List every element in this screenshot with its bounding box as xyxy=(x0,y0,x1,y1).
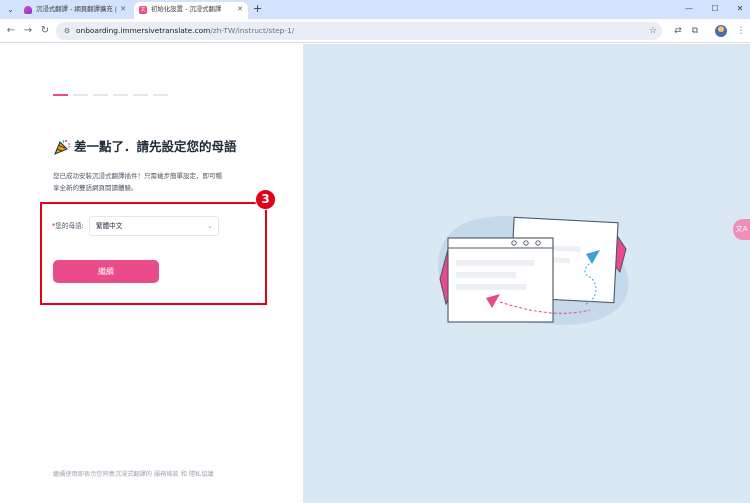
onboarding-form-pane: 差一點了．請先設定您的母語 您已成功安裝沉浸式翻譯插件！只需幾步簡單設定，即可暢… xyxy=(0,44,303,503)
back-arrow-icon[interactable]: ← xyxy=(4,24,18,38)
intro-text: 您已成功安裝沉浸式翻譯插件！只需幾步簡單設定，即可暢 享全新的雙語網頁閱讀體驗。 xyxy=(53,170,263,194)
tab-immersive-translate-home[interactable]: 沉浸式翻譯 - 網頁翻譯擴充 | 雙 ✕ xyxy=(19,2,131,19)
intro-line: 您已成功安裝沉浸式翻譯插件！只需幾步簡單設定，即可暢 xyxy=(53,172,222,180)
tab-title: 沉浸式翻譯 - 網頁翻譯擴充 | 雙 xyxy=(36,5,118,13)
terms-notice-and: 和 xyxy=(180,471,187,478)
progress-step xyxy=(153,94,168,96)
progress-step xyxy=(93,94,108,96)
terms-notice: 繼續使用即表示您同意沉浸式翻譯的 服務條款 和 隱私協議 xyxy=(53,470,214,480)
browser-tab-bar: ⌄ 沉浸式翻譯 - 網頁翻譯擴充 | 雙 ✕ 文 初始化設置 - 沉浸式翻譯 ✕… xyxy=(0,0,750,19)
extensions-puzzle-icon[interactable]: ⧉ xyxy=(688,24,702,38)
url-host: onboarding.immersivetranslate.com xyxy=(76,26,211,35)
browser-toolbar: ← → ↻ ⚙ onboarding.immersivetranslate.co… xyxy=(0,19,750,43)
annotation-step-badge: 3 xyxy=(255,189,276,210)
intro-line: 享全新的雙語網頁閱讀體驗。 xyxy=(53,184,138,192)
new-tab-plus-icon[interactable]: + xyxy=(253,3,262,15)
native-language-label-text: 您的母語: xyxy=(55,222,84,230)
tab-title: 初始化設置 - 沉浸式翻譯 xyxy=(151,5,222,13)
party-popper-icon xyxy=(54,139,71,155)
forward-arrow-icon[interactable]: → xyxy=(21,24,35,38)
progress-step xyxy=(53,94,68,96)
progress-step xyxy=(113,94,128,96)
native-language-select[interactable]: 繁體中文 ⌄ xyxy=(89,216,219,236)
tab-onboarding-setup[interactable]: 文 初始化設置 - 沉浸式翻譯 ✕ xyxy=(134,2,248,19)
close-icon[interactable]: ✕ xyxy=(237,2,243,17)
bookmark-star-icon[interactable]: ☆ xyxy=(649,24,657,38)
profile-avatar[interactable] xyxy=(715,25,727,37)
url-text: onboarding.immersivetranslate.com/zh-TW/… xyxy=(76,25,294,37)
close-icon[interactable]: ✕ xyxy=(120,2,126,17)
chevron-down-icon: ⌄ xyxy=(207,222,213,230)
immersive-translate-favicon-icon xyxy=(24,6,32,14)
privacy-policy-link[interactable]: 隱私協議 xyxy=(189,471,214,478)
maximize-icon[interactable]: ☐ xyxy=(709,3,721,15)
tab-search-icon[interactable]: ⌄ xyxy=(4,3,17,16)
illustration-pane: 文A xyxy=(303,44,750,503)
more-menu-icon[interactable]: ⋮ xyxy=(734,24,748,38)
terms-of-service-link[interactable]: 服務條款 xyxy=(154,471,179,478)
translate-extension-icon[interactable]: ⇄ xyxy=(671,24,685,38)
minimize-icon[interactable]: — xyxy=(683,3,695,15)
site-info-icon[interactable]: ⚙ xyxy=(62,26,72,36)
terms-notice-prefix: 繼續使用即表示您同意沉浸式翻譯的 xyxy=(53,471,152,478)
window-close-icon[interactable]: ✕ xyxy=(734,3,746,15)
native-language-label: *您的母語: xyxy=(52,221,84,231)
address-bar[interactable]: ⚙ onboarding.immersivetranslate.com/zh-T… xyxy=(56,22,662,40)
heading-text: 差一點了．請先設定您的母語 xyxy=(74,139,237,154)
url-path: /zh-TW/instruct/step-1/ xyxy=(210,26,295,35)
reload-icon[interactable]: ↻ xyxy=(38,24,52,38)
translate-favicon-icon: 文 xyxy=(139,6,147,14)
progress-step xyxy=(73,94,88,96)
continue-button[interactable]: 繼續 xyxy=(53,260,159,283)
native-language-selected-value: 繁體中文 xyxy=(96,222,123,230)
progress-step xyxy=(133,94,148,96)
bilingual-pages-illustration xyxy=(437,216,629,325)
floating-translate-button[interactable]: 文A xyxy=(733,219,750,240)
